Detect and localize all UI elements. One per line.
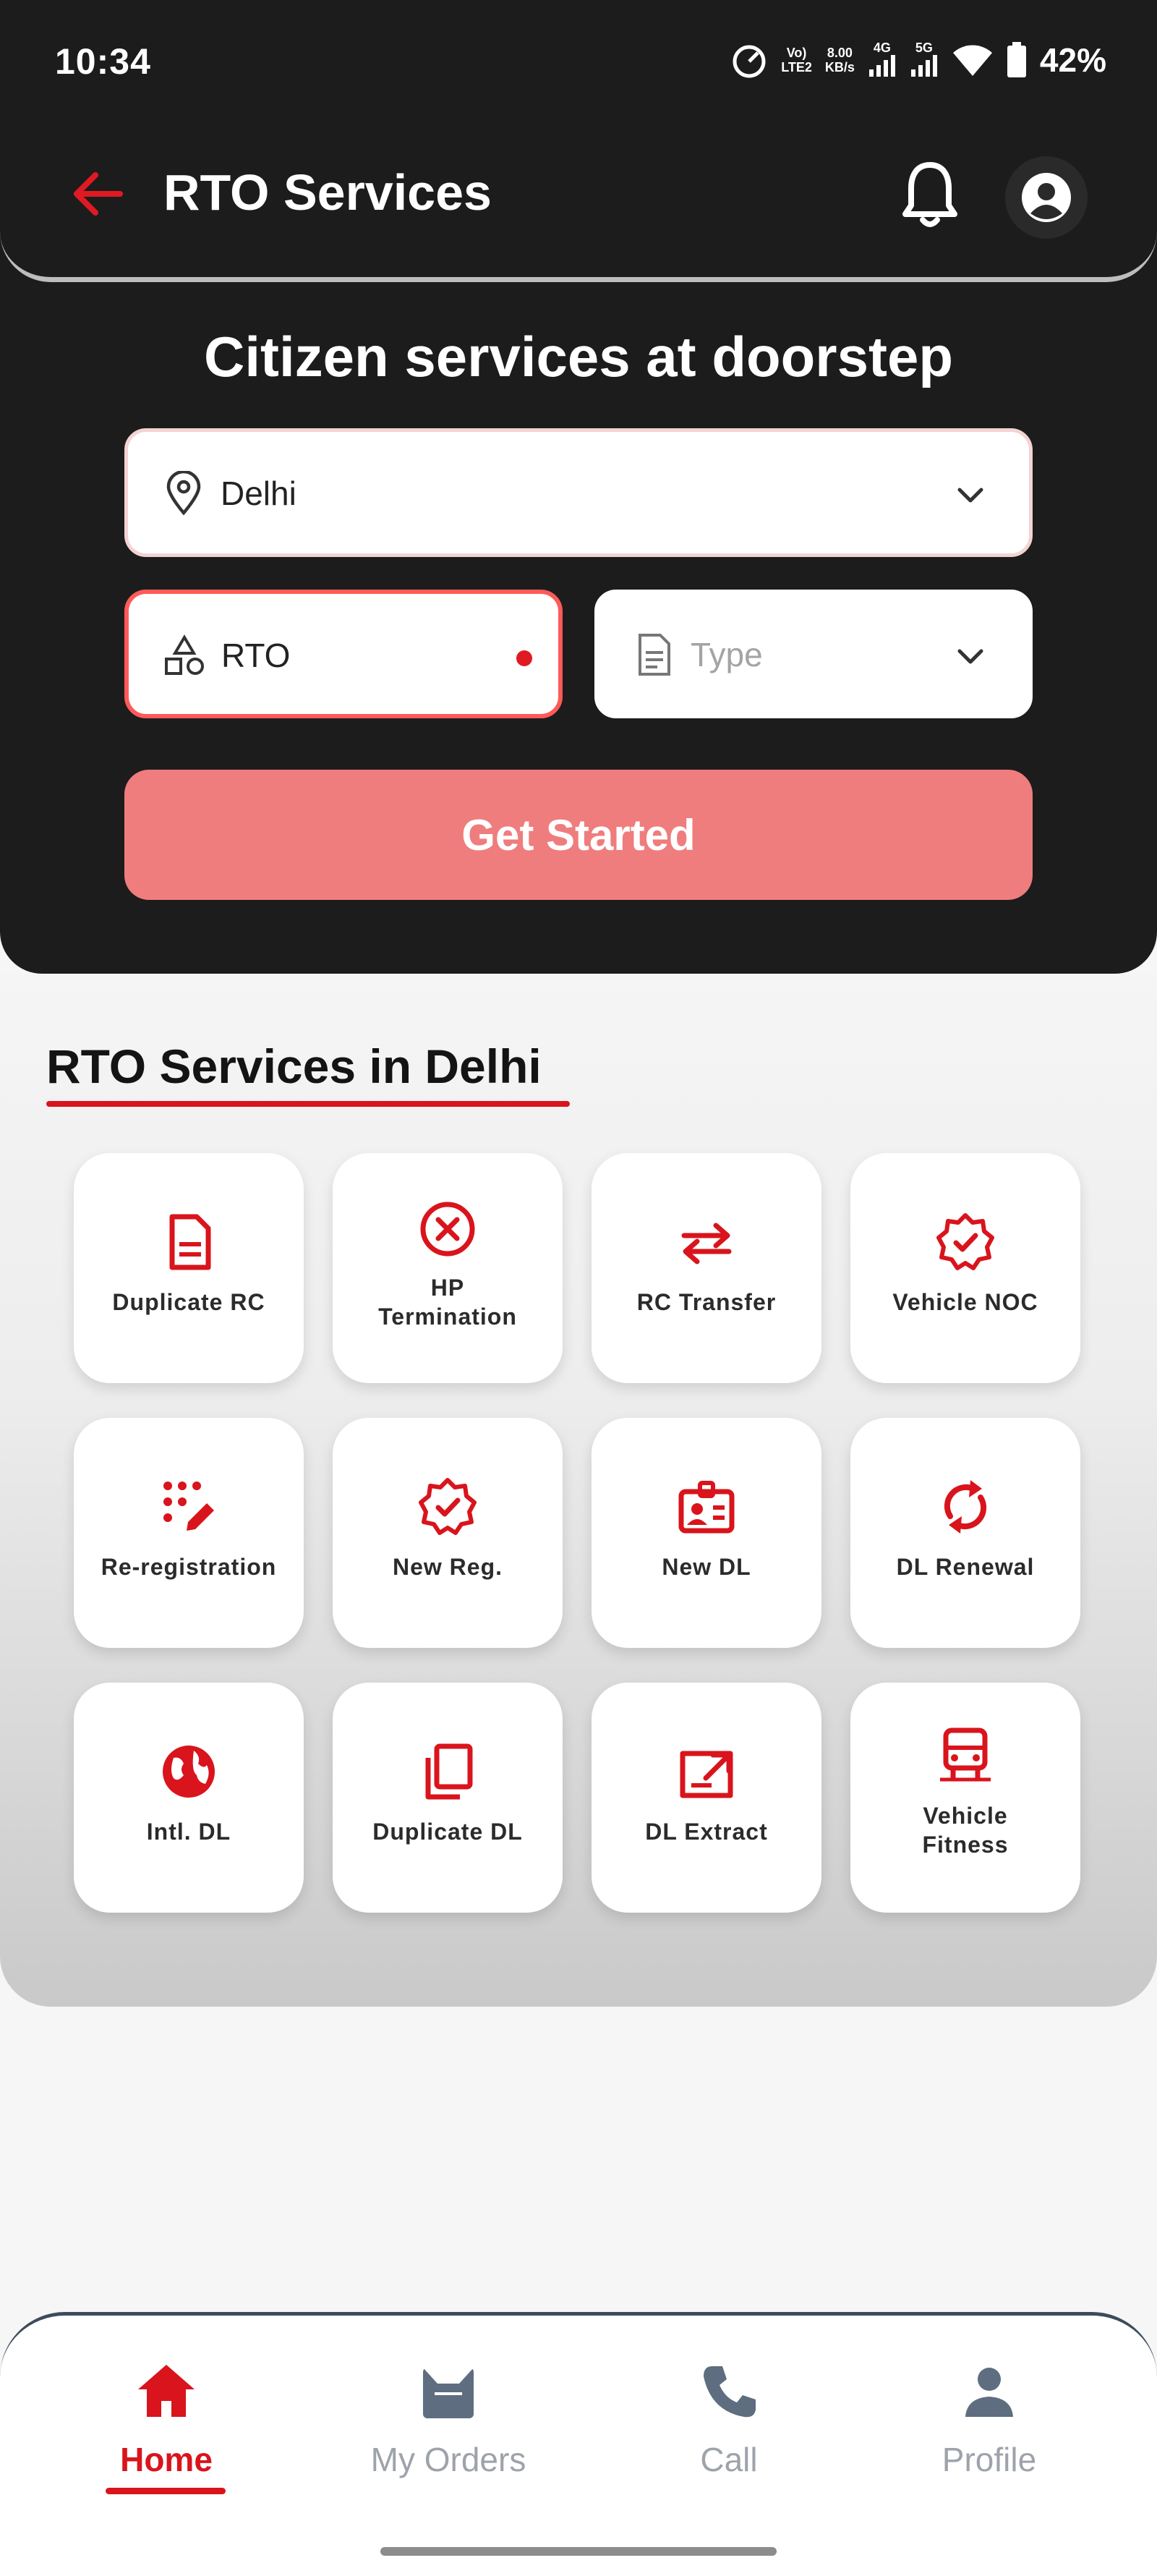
net-speed: 8.00 KB/s [825,46,855,75]
nav-profile[interactable]: Profile [881,2359,1098,2504]
service-rc-transfer[interactable]: RC Transfer [592,1153,821,1383]
net-speed-value: 8.00 [827,46,853,60]
nav-call[interactable]: Call [620,2359,837,2504]
signal-1: 4G [868,41,897,80]
services-title-underline [46,1101,570,1107]
vehicle-icon [940,1727,991,1782]
service-new-dl[interactable]: New DL [592,1418,821,1648]
signal-bars-icon [868,55,895,77]
service-label: DL Extract [645,1819,768,1845]
required-indicator [516,650,532,666]
status-icons: Vo) LTE2 8.00 KB/s 4G 5G 42% [730,38,1106,82]
shapes-icon [165,634,204,675]
account-circle-icon [1022,173,1071,222]
nav-profile-label: Profile [942,2441,1037,2478]
chevron-down-icon [957,649,983,664]
nav-my-orders[interactable]: My Orders [340,2359,557,2504]
type-select[interactable]: Type [594,590,1033,718]
city-value: Delhi [221,475,296,512]
rto-office-input[interactable]: RTO [124,590,563,718]
service-label: Duplicate RC [112,1289,265,1315]
app-bar: RTO Services [0,123,1157,282]
service-dl-renewal[interactable]: DL Renewal [850,1418,1080,1648]
net2-label: 5G [915,41,933,55]
service-new-reg[interactable]: New Reg. [333,1418,563,1648]
service-label: New Reg. [392,1554,503,1580]
home-indicator[interactable] [380,2547,777,2556]
signal-bars-icon [910,55,937,77]
document-icon [169,1214,211,1270]
service-re-registration[interactable]: Re-registration [74,1418,304,1648]
service-label: Duplicate DL [372,1819,523,1845]
notifications-button[interactable] [900,159,960,231]
orders-icon [423,2368,474,2418]
nav-my-orders-label: My Orders [370,2441,526,2478]
id-card-icon [678,1481,735,1534]
service-label-line2: Fitness [922,1832,1009,1858]
volte-bottom: LTE2 [781,60,812,75]
active-tab-indicator [106,2488,226,2494]
services-title: RTO Services in Delhi [46,1040,542,1093]
verified-badge-icon [419,1478,477,1535]
service-label: RC Transfer [636,1289,777,1315]
verified-badge-icon [936,1213,994,1270]
copy-icon [425,1743,473,1800]
service-duplicate-dl[interactable]: Duplicate DL [333,1683,563,1913]
signal-2: 5G [910,41,939,80]
globe-icon [163,1746,215,1798]
phone-icon [704,2366,756,2418]
nav-home-label: Home [120,2441,213,2478]
page-title: RTO Services [163,164,492,221]
bell-icon [902,162,957,227]
account-button[interactable] [1005,156,1088,239]
volte-indicator: Vo) LTE2 [781,46,812,75]
location-pin-icon [166,471,201,516]
nav-call-label: Call [700,2441,758,2478]
hero-title: Citizen services at doorstep [203,325,953,388]
service-hp-termination[interactable]: HP Termination [333,1153,563,1383]
service-label: Vehicle NOC [892,1289,1038,1315]
refresh-icon [944,1480,987,1534]
service-vehicle-noc[interactable]: Vehicle NOC [850,1153,1080,1383]
service-duplicate-rc[interactable]: Duplicate RC [74,1153,304,1383]
battery-icon [1007,42,1026,77]
net1-label: 4G [873,41,891,55]
extract-icon [680,1751,733,1798]
speedometer-icon [733,45,766,78]
city-select[interactable]: Delhi [124,428,1033,557]
bottom-navigation: Home My Orders Call Profile [0,2312,1157,2576]
service-label: Re-registration [101,1554,277,1580]
battery-percent: 42% [1039,41,1106,79]
home-icon [138,2365,195,2417]
rto-value: RTO [221,637,291,674]
service-dl-extract[interactable]: DL Extract [592,1683,821,1913]
wifi-icon [952,45,992,76]
get-started-button[interactable]: Get Started [124,770,1033,900]
document-outline-icon [639,634,670,676]
volte-top: Vo) [786,46,807,60]
net-speed-unit: KB/s [824,60,855,75]
type-placeholder: Type [691,636,763,673]
transfer-arrows-icon [681,1223,732,1264]
service-label: DL Renewal [896,1554,1035,1580]
dots-pencil-icon [163,1482,214,1531]
service-label: New DL [662,1554,751,1580]
status-time: 10:34 [55,41,151,82]
nav-home[interactable]: Home [58,2359,275,2504]
cancel-circle-icon [420,1202,475,1257]
service-label: HP [430,1275,465,1301]
back-button[interactable] [67,163,127,224]
service-label: Vehicle [923,1803,1008,1829]
service-intl-dl[interactable]: Intl. DL [74,1683,304,1913]
service-label-line2: Termination [378,1304,517,1330]
back-arrow-icon [74,172,123,216]
profile-icon [965,2368,1013,2417]
service-label: Intl. DL [146,1819,231,1845]
service-vehicle-fitness[interactable]: Vehicle Fitness [850,1683,1080,1913]
status-bar: 10:34 Vo) LTE2 8.00 KB/s 4G 5G 42% [0,0,1157,123]
chevron-down-icon [957,488,983,503]
